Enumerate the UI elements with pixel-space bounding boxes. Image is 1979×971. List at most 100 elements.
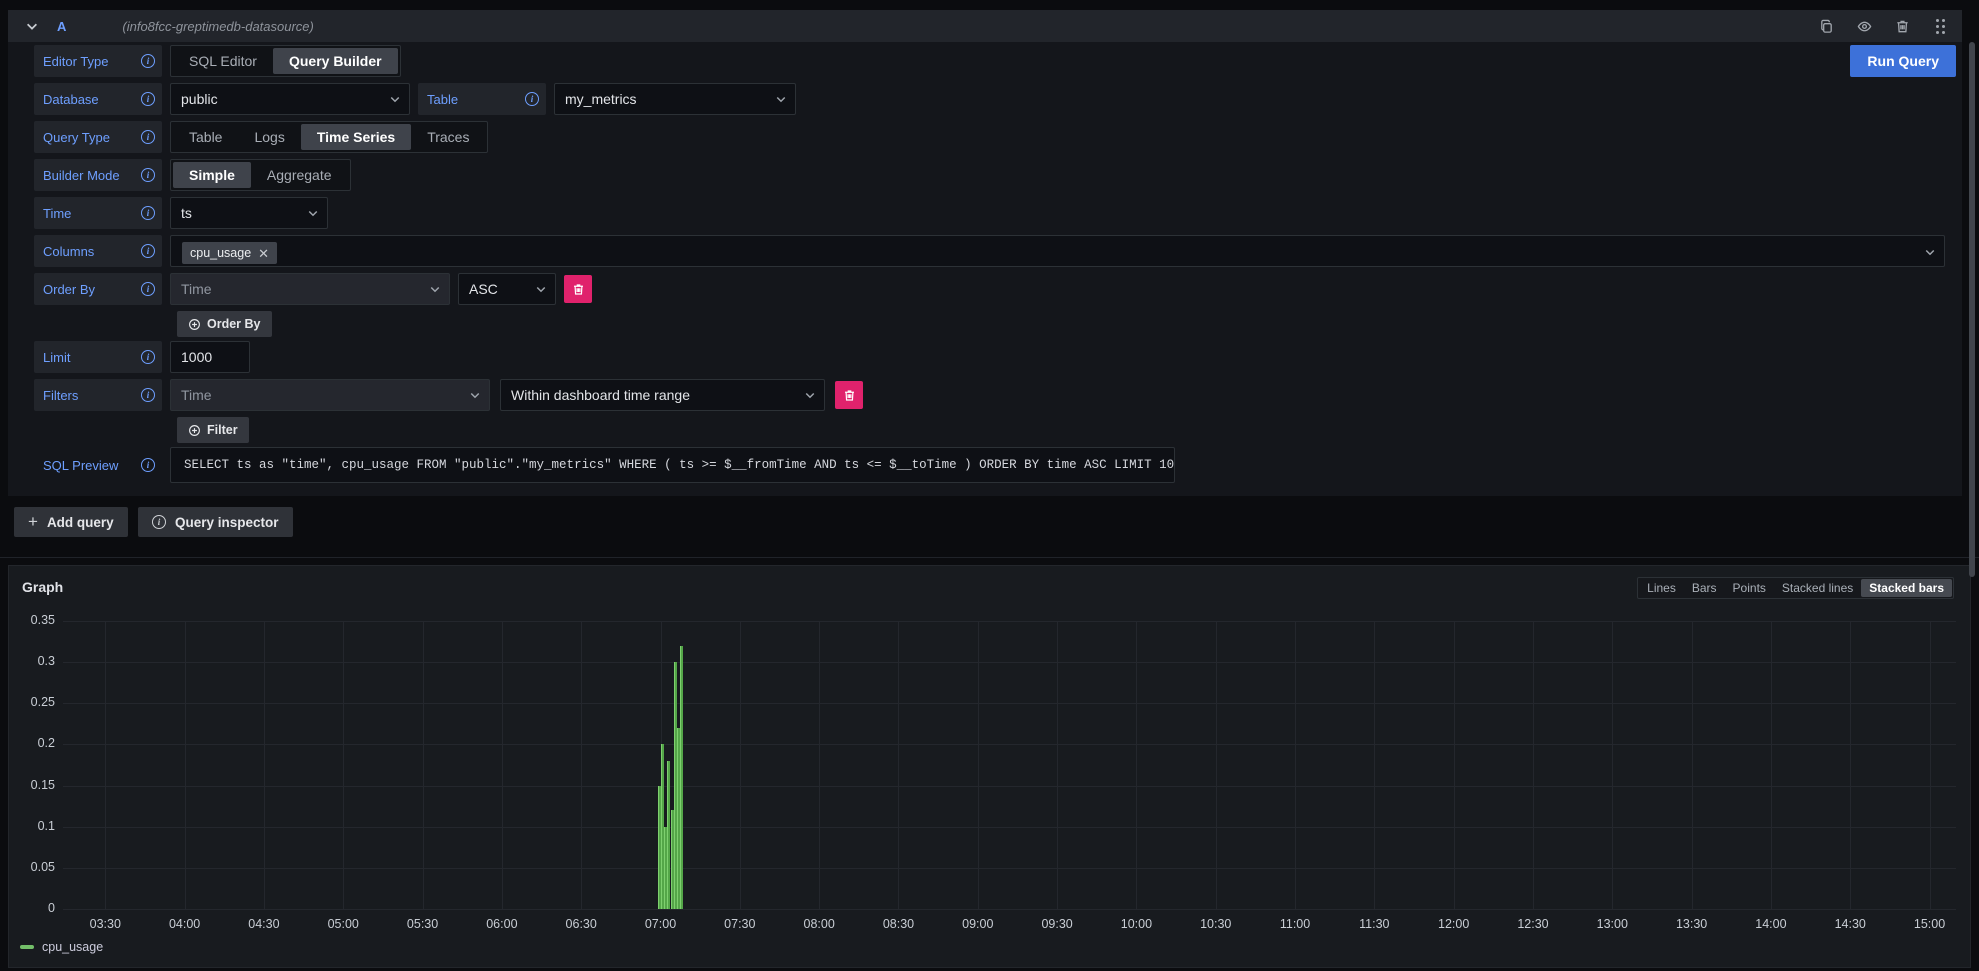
time-column-select[interactable]: ts xyxy=(170,197,328,229)
chart-bar xyxy=(680,646,683,909)
remove-filter-button[interactable] xyxy=(835,381,863,409)
legend-marker xyxy=(20,945,34,949)
builder-mode-row: Builder Mode i Simple Aggregate xyxy=(34,159,351,191)
sql-preview-label: SQL Preview i xyxy=(34,447,162,483)
query-editor-card: A (info8fcc-greptimedb-datasource) Edito… xyxy=(8,10,1962,496)
mode-points[interactable]: Points xyxy=(1725,579,1774,597)
gridline-vertical xyxy=(1771,621,1772,909)
filter-column-select[interactable]: Time xyxy=(170,379,490,411)
table-select[interactable]: my_metrics xyxy=(554,83,796,115)
query-type-option-traces[interactable]: Traces xyxy=(411,124,485,150)
editor-type-option-sql-editor[interactable]: SQL Editor xyxy=(173,48,273,74)
scrollbar-thumb[interactable] xyxy=(1969,42,1975,577)
trash-icon xyxy=(572,283,585,296)
x-axis-tick: 03:30 xyxy=(81,917,129,931)
filter-range-select[interactable]: Within dashboard time range xyxy=(500,379,825,411)
y-axis-tick: 0.3 xyxy=(11,654,55,668)
editor-type-group: SQL Editor Query Builder xyxy=(170,45,401,77)
time-row: Time i ts xyxy=(34,197,328,229)
drag-handle-icon[interactable] xyxy=(1932,18,1948,34)
filters-label: Filters i xyxy=(34,379,162,411)
info-icon[interactable]: i xyxy=(141,282,155,296)
database-select[interactable]: public xyxy=(170,83,410,115)
query-type-group: Table Logs Time Series Traces xyxy=(170,121,488,153)
chevron-down-icon[interactable] xyxy=(25,19,39,33)
gridline-vertical xyxy=(1216,621,1217,909)
query-inspector-button[interactable]: i Query inspector xyxy=(138,507,293,537)
order-by-row: Order By i Time ASC xyxy=(34,273,592,305)
order-by-label: Order By i xyxy=(34,273,162,305)
database-label: Database i xyxy=(34,83,162,115)
info-icon[interactable]: i xyxy=(141,92,155,106)
query-type-row: Query Type i Table Logs Time Series Trac… xyxy=(34,121,488,153)
info-icon[interactable]: i xyxy=(141,244,155,258)
info-icon[interactable]: i xyxy=(141,388,155,402)
builder-mode-label: Builder Mode i xyxy=(34,159,162,191)
x-axis-tick: 06:00 xyxy=(478,917,526,931)
gridline-vertical xyxy=(740,621,741,909)
limit-row: Limit i 1000 xyxy=(34,341,250,373)
query-row-header[interactable]: A (info8fcc-greptimedb-datasource) xyxy=(8,10,1962,42)
gridline-horizontal xyxy=(63,703,1956,704)
legend-item[interactable]: cpu_usage xyxy=(20,940,103,954)
filters-row: Filters i Time Within dashboard time ran… xyxy=(34,379,863,411)
sql-preview-row: SQL Preview i SELECT ts as "time", cpu_u… xyxy=(34,447,1175,483)
mode-stacked-bars[interactable]: Stacked bars xyxy=(1861,579,1952,597)
info-icon[interactable]: i xyxy=(141,54,155,68)
x-axis-tick: 09:30 xyxy=(1033,917,1081,931)
chevron-down-icon xyxy=(469,389,481,401)
limit-input[interactable]: 1000 xyxy=(170,341,250,373)
sql-preview-value: SELECT ts as "time", cpu_usage FROM "pub… xyxy=(170,447,1175,483)
info-icon[interactable]: i xyxy=(141,350,155,364)
info-icon[interactable]: i xyxy=(141,168,155,182)
add-order-by-button[interactable]: Order By xyxy=(177,311,272,337)
gridline-horizontal xyxy=(63,621,1956,622)
query-type-option-time-series[interactable]: Time Series xyxy=(301,124,411,150)
builder-mode-option-simple[interactable]: Simple xyxy=(173,162,251,188)
chevron-down-icon xyxy=(1924,246,1936,258)
run-query-button[interactable]: Run Query xyxy=(1850,45,1956,77)
gridline-vertical xyxy=(1454,621,1455,909)
gridline-vertical xyxy=(1930,621,1931,909)
mode-stacked-lines[interactable]: Stacked lines xyxy=(1774,579,1861,597)
remove-column-icon[interactable]: ✕ xyxy=(258,247,269,260)
query-type-option-table[interactable]: Table xyxy=(173,124,238,150)
table-label: Table i xyxy=(418,83,546,115)
x-axis-tick: 05:00 xyxy=(319,917,367,931)
gridline-vertical xyxy=(185,621,186,909)
plus-icon: + xyxy=(28,512,38,532)
add-filter-button[interactable]: Filter xyxy=(177,417,249,443)
builder-mode-option-aggregate[interactable]: Aggregate xyxy=(251,162,348,188)
chevron-down-icon xyxy=(429,283,441,295)
y-axis-tick: 0.1 xyxy=(11,819,55,833)
x-axis-tick: 07:00 xyxy=(637,917,685,931)
y-axis-tick: 0.35 xyxy=(11,613,55,627)
gridline-vertical xyxy=(1136,621,1137,909)
query-type-option-logs[interactable]: Logs xyxy=(238,124,300,150)
toggle-visibility-icon[interactable] xyxy=(1856,18,1872,34)
x-axis-tick: 08:30 xyxy=(874,917,922,931)
mode-lines[interactable]: Lines xyxy=(1639,579,1684,597)
info-icon[interactable]: i xyxy=(141,458,155,472)
mode-bars[interactable]: Bars xyxy=(1684,579,1725,597)
info-icon[interactable]: i xyxy=(525,92,539,106)
delete-query-icon[interactable] xyxy=(1894,18,1910,34)
info-icon[interactable]: i xyxy=(141,130,155,144)
info-icon[interactable]: i xyxy=(141,206,155,220)
x-axis-tick: 13:00 xyxy=(1588,917,1636,931)
add-query-button[interactable]: + Add query xyxy=(14,507,128,537)
order-by-column-select[interactable]: Time xyxy=(170,273,450,305)
x-axis-tick: 12:30 xyxy=(1509,917,1557,931)
duplicate-query-icon[interactable] xyxy=(1818,18,1834,34)
gridline-horizontal xyxy=(63,827,1956,828)
gridline-vertical xyxy=(1692,621,1693,909)
plus-circle-icon xyxy=(188,424,201,437)
x-axis-tick: 10:30 xyxy=(1192,917,1240,931)
display-mode-group: Lines Bars Points Stacked lines Stacked … xyxy=(1637,577,1954,599)
columns-multiselect[interactable]: cpu_usage ✕ xyxy=(170,235,1945,267)
info-icon: i xyxy=(152,515,166,529)
order-direction-select[interactable]: ASC xyxy=(458,273,556,305)
remove-order-by-button[interactable] xyxy=(564,275,592,303)
gridline-vertical xyxy=(423,621,424,909)
editor-type-option-query-builder[interactable]: Query Builder xyxy=(273,48,398,74)
